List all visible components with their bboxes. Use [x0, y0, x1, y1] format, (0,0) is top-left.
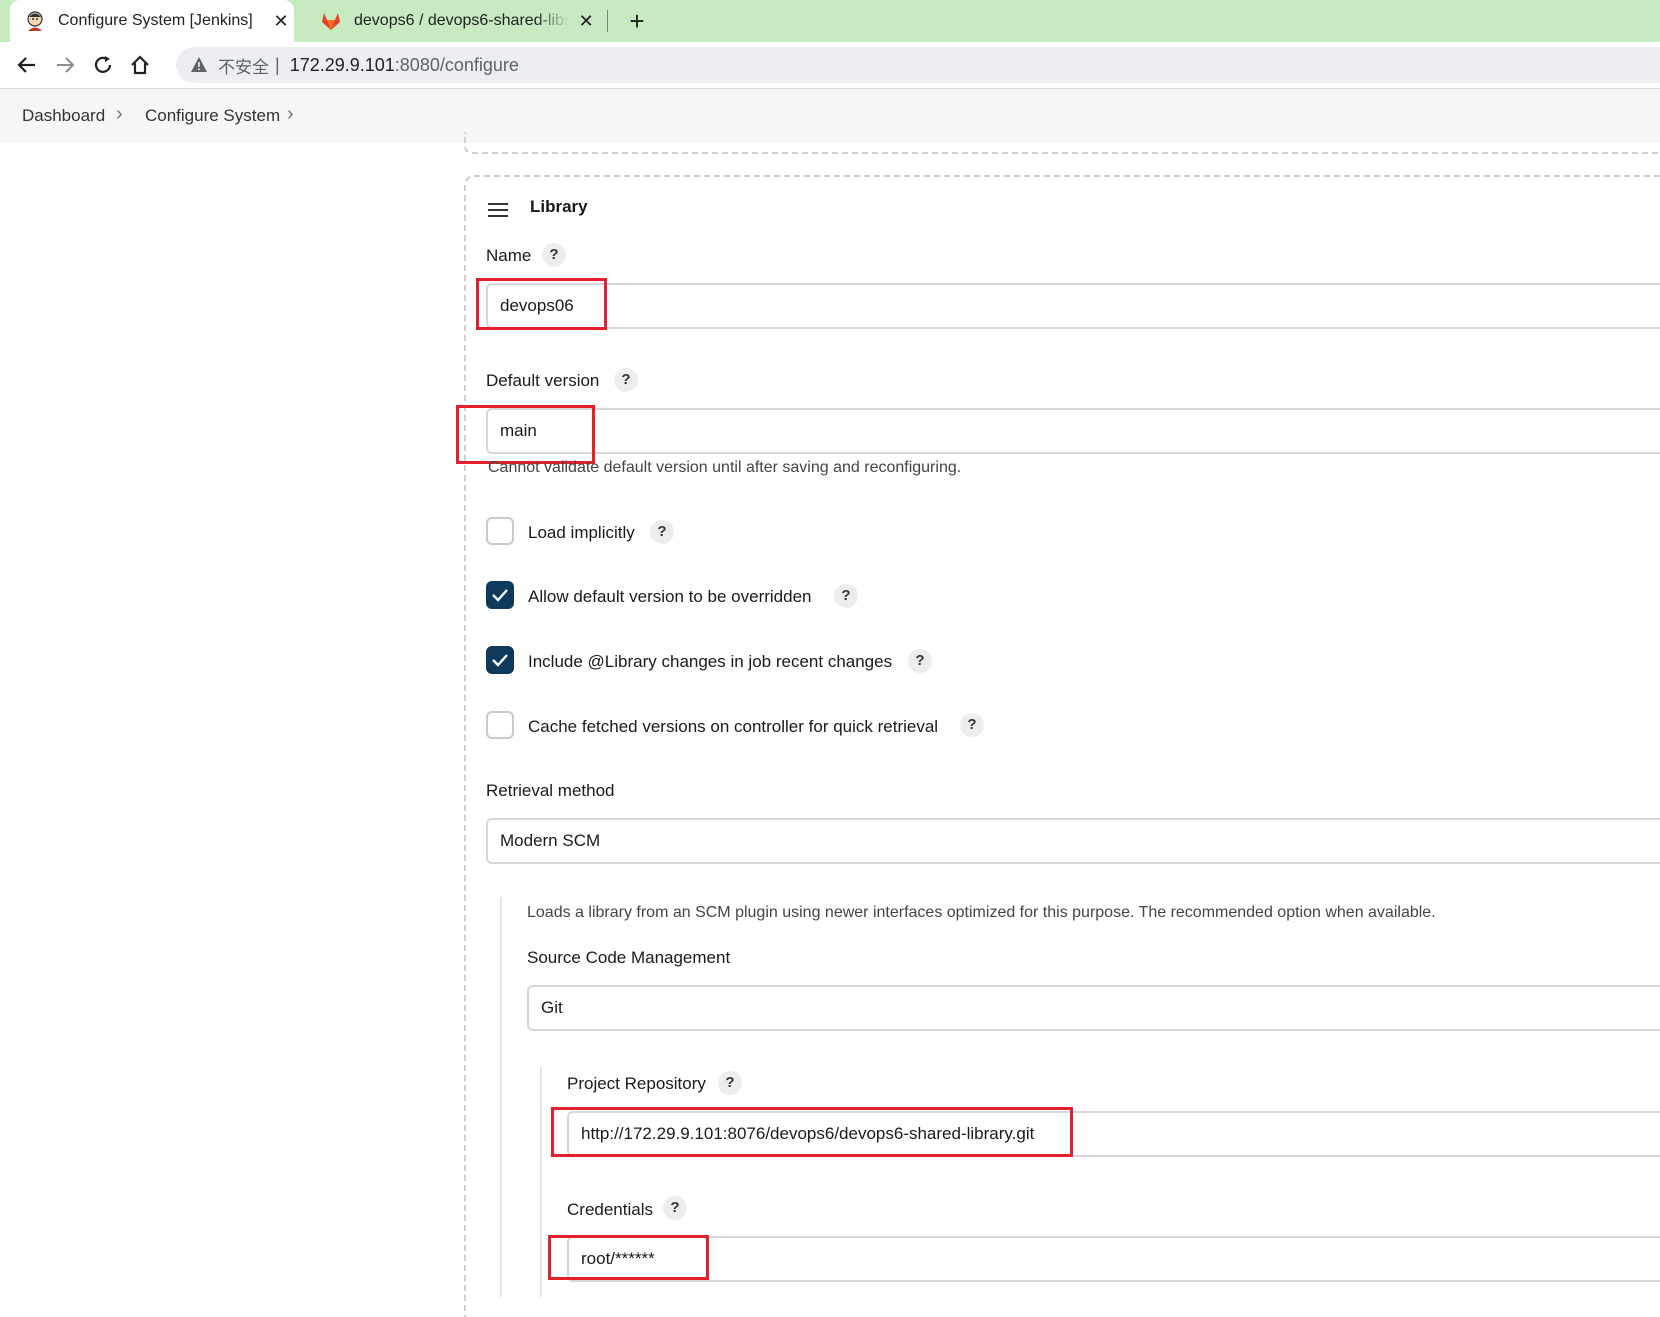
home-icon[interactable]: [125, 50, 155, 80]
credentials-label: Credentials: [567, 1200, 653, 1219]
previous-section-border: [464, 132, 1660, 154]
drag-handle-icon[interactable]: [488, 203, 508, 217]
option-label[interactable]: Include @Library changes in job recent c…: [528, 652, 892, 672]
checkmark-icon: [492, 654, 508, 667]
default-version-hint: Cannot validate default version until af…: [488, 459, 962, 476]
retrieval-method-label: Retrieval method: [486, 781, 615, 800]
option-label[interactable]: Load implicitly: [528, 523, 635, 543]
security-label: 不安全: [218, 57, 269, 77]
breadcrumb-configure-system[interactable]: Configure System: [145, 106, 280, 126]
back-icon[interactable]: [12, 50, 42, 80]
default-version-label: Default version: [486, 371, 600, 390]
default-version-input[interactable]: main: [486, 408, 1660, 454]
url-host: 172.29.9.101: [289, 54, 395, 75]
credentials-select[interactable]: root/******: [567, 1236, 1660, 1282]
highlight-box: [476, 278, 607, 330]
include-changes-checkbox[interactable]: [486, 646, 514, 674]
help-icon[interactable]: ?: [908, 649, 932, 673]
help-icon[interactable]: ?: [834, 584, 858, 608]
close-tab-icon[interactable]: ✕: [576, 11, 596, 32]
new-tab-icon[interactable]: +: [620, 4, 654, 38]
nested-indent-line: [500, 897, 502, 1297]
tab-title: devops6 / devops6-shared-libr: [354, 12, 569, 29]
name-label: Name: [486, 246, 532, 265]
highlight-box: [551, 1107, 1073, 1157]
name-input[interactable]: devops06: [486, 283, 1660, 329]
address-separator: |: [275, 54, 280, 75]
breadcrumb-dashboard[interactable]: Dashboard: [22, 106, 105, 126]
url-path: :8080/configure: [394, 54, 519, 75]
tab-title: Configure System [Jenkins]: [58, 12, 253, 29]
tab-gitlab-repo[interactable]: devops6 / devops6-shared-libr ✕: [306, 0, 596, 42]
retrieval-method-description: Loads a library from an SCM plugin using…: [527, 904, 1436, 921]
cache-versions-checkbox[interactable]: [486, 711, 514, 739]
forward-icon[interactable]: [50, 50, 80, 80]
browser-toolbar: 不安全 | 172.29.9.101 :8080/configure: [0, 42, 1660, 89]
help-icon[interactable]: ?: [663, 1196, 687, 1220]
help-icon[interactable]: ?: [614, 368, 638, 392]
browser-tab-strip: Configure System [Jenkins] ✕ devops6 / d…: [0, 0, 1660, 42]
help-icon[interactable]: ?: [960, 713, 984, 737]
chevron-right-icon[interactable]: ›: [287, 103, 294, 126]
scm-select[interactable]: Git: [527, 985, 1660, 1031]
scm-label: Source Code Management: [527, 948, 731, 967]
allow-override-checkbox[interactable]: [486, 581, 514, 609]
checkmark-icon: [492, 589, 508, 602]
help-icon[interactable]: ?: [650, 520, 674, 544]
tab-separator: [607, 10, 608, 32]
address-bar[interactable]: 不安全 | 172.29.9.101 :8080/configure: [176, 47, 1660, 83]
section-title: Library: [530, 197, 588, 216]
highlight-box: [548, 1235, 709, 1280]
load-implicitly-checkbox[interactable]: [486, 517, 514, 545]
nested-indent-line: [540, 1067, 542, 1297]
gitlab-icon: [322, 13, 340, 30]
warning-icon: [191, 57, 207, 72]
chevron-right-icon: ›: [116, 103, 123, 125]
reload-icon[interactable]: [88, 50, 118, 80]
close-tab-icon[interactable]: ✕: [271, 11, 291, 32]
help-icon[interactable]: ?: [718, 1071, 742, 1095]
help-icon[interactable]: ?: [542, 243, 566, 267]
highlight-box: [456, 405, 595, 464]
project-repository-label: Project Repository: [567, 1074, 706, 1093]
option-label[interactable]: Cache fetched versions on controller for…: [528, 717, 938, 737]
retrieval-method-select[interactable]: Modern SCM: [486, 818, 1660, 864]
jenkins-icon: [27, 11, 43, 31]
tab-configure-system[interactable]: Configure System [Jenkins] ✕: [10, 0, 294, 42]
option-label[interactable]: Allow default version to be overridden: [528, 587, 812, 607]
